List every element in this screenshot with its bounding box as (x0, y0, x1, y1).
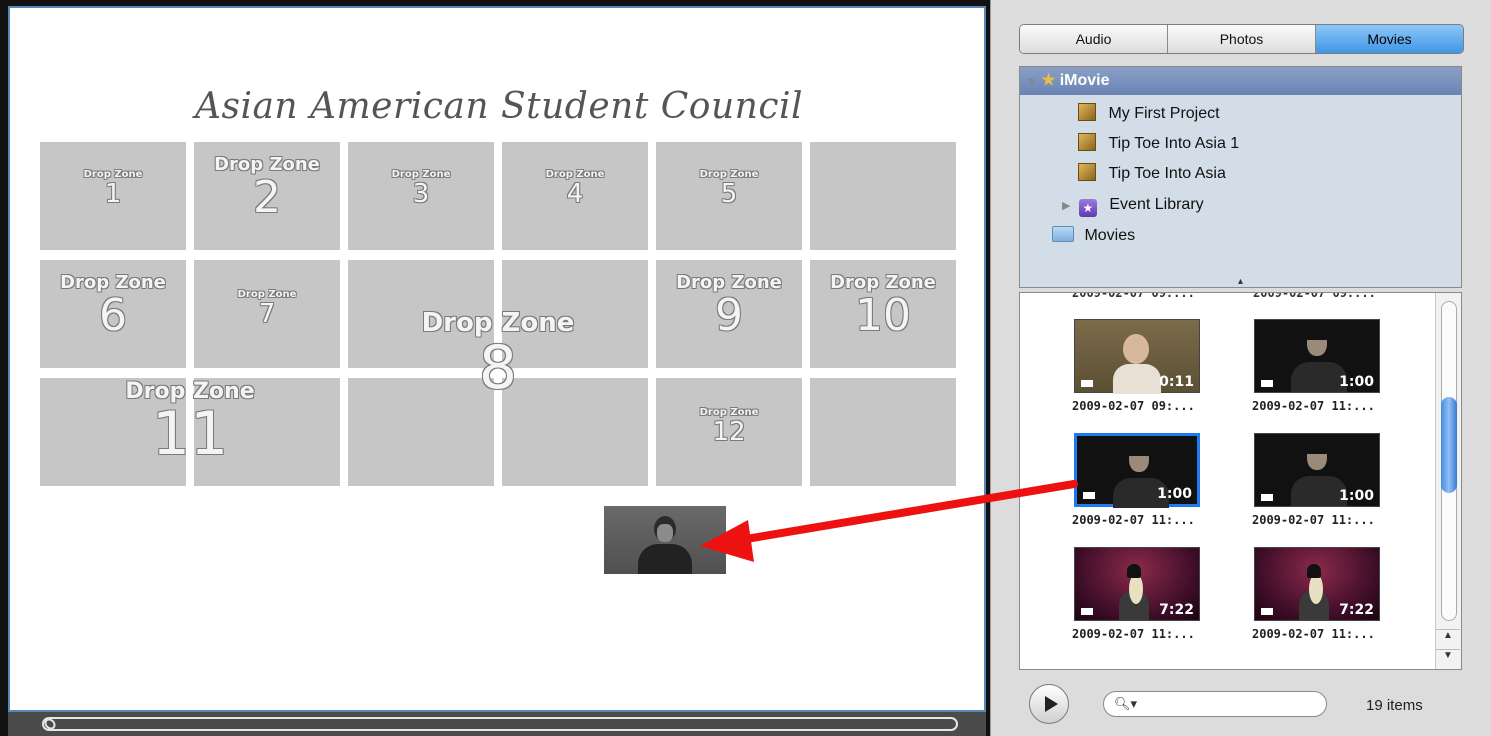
video-camera-icon (1081, 380, 1093, 387)
drop-zone-number: 5 (720, 178, 738, 209)
dragged-clip-thumbnail[interactable] (604, 506, 726, 574)
clip-caption: 2009-02-07 11:... (1252, 399, 1375, 413)
drop-zone-number: 11 (151, 399, 229, 470)
clip-thumbnail[interactable]: 7:22 (1074, 547, 1200, 621)
source-item-tip-toe-1[interactable]: Tip Toe Into Asia 1 (1020, 129, 1461, 159)
project-icon (1078, 163, 1096, 181)
clip-caption: 2009-02-07 09:... (1253, 292, 1376, 300)
media-browser: Audio Photos Movies ▼ ★ iMovie My First P… (990, 0, 1491, 736)
drop-zone-1[interactable]: Drop Zone 1 (40, 142, 186, 250)
source-label: My First Project (1108, 105, 1220, 122)
tab-photos[interactable]: Photos (1168, 25, 1316, 53)
media-tabs: Audio Photos Movies (1019, 24, 1464, 54)
source-item-imovie[interactable]: ▼ ★ iMovie (1020, 67, 1461, 95)
clip-caption: 2009-02-07 09:... (1072, 399, 1195, 413)
source-list: ▼ ★ iMovie My First Project Tip Toe Into … (1019, 66, 1462, 288)
drop-zone-number: 6 (99, 289, 127, 341)
project-icon (1078, 103, 1096, 121)
empty-cell (810, 142, 956, 250)
drop-zone-number: 9 (715, 289, 743, 341)
drop-zone-11: Drop Zone 11 (40, 380, 340, 466)
scroll-thumb[interactable] (1441, 397, 1457, 493)
drop-zone-2[interactable]: Drop Zone 2 (194, 142, 340, 250)
clip-duration: 1:00 (1339, 488, 1374, 504)
drop-zone-12[interactable]: Drop Zone 12 (656, 378, 802, 486)
clip-caption: 2009-02-07 11:... (1072, 513, 1195, 527)
video-camera-icon (1261, 494, 1273, 501)
drop-zone-number: 2 (253, 171, 281, 223)
drop-zone-7[interactable]: Drop Zone 7 (194, 260, 340, 368)
source-label: Event Library (1109, 196, 1204, 213)
drop-zone-3[interactable]: Drop Zone 3 (348, 142, 494, 250)
clip-duration: 0:11 (1159, 374, 1194, 390)
drop-zone-8: Drop Zone 8 (348, 309, 648, 404)
tab-audio[interactable]: Audio (1020, 25, 1168, 53)
clip-grid: 2009-02-07 09:... 2009-02-07 09:... 0:11… (1019, 292, 1462, 670)
source-item-movies[interactable]: Movies (1020, 221, 1461, 251)
clip-thumbnail[interactable]: 1:00 (1254, 433, 1380, 507)
source-item-event-library[interactable]: ▶ ★ Event Library (1020, 190, 1461, 220)
imovie-star-icon: ★ (1041, 72, 1056, 89)
empty-cell (810, 378, 956, 486)
drop-zone-10[interactable]: Drop Zone 10 (810, 260, 956, 368)
source-label: iMovie (1059, 72, 1110, 89)
scroll-down-arrow-icon[interactable]: ▼ (1436, 649, 1460, 668)
clip-caption: 2009-02-07 11:... (1252, 627, 1375, 641)
vertical-scrollbar[interactable]: ▲ ▼ (1435, 293, 1461, 669)
clip-thumbnail[interactable]: 0:11 (1074, 319, 1200, 394)
drop-zone-number: 8 (478, 333, 518, 404)
video-camera-icon (1081, 608, 1093, 615)
drop-zone-6[interactable]: Drop Zone 6 (40, 260, 186, 368)
tab-movies[interactable]: Movies (1316, 25, 1463, 53)
play-icon (1045, 696, 1058, 712)
scroll-up-arrow-icon[interactable]: ▲ (1436, 629, 1460, 648)
clip-thumbnail[interactable]: 1:00 (1254, 319, 1380, 393)
search-input[interactable]: 🔍︎▾ (1103, 691, 1327, 717)
menu-preview: Asian American Student Council Drop Zone… (8, 6, 986, 712)
drop-zone-number: 10 (855, 289, 911, 341)
source-item-my-first-project[interactable]: My First Project (1020, 99, 1461, 129)
source-label: Tip Toe Into Asia 1 (1108, 135, 1240, 152)
folder-icon (1052, 226, 1074, 242)
project-icon (1078, 133, 1096, 151)
split-grip-icon[interactable]: ▴ (1238, 276, 1243, 287)
drop-zone-5[interactable]: Drop Zone 5 (656, 142, 802, 250)
clip-caption: 2009-02-07 09:... (1072, 292, 1195, 300)
source-item-tip-toe[interactable]: Tip Toe Into Asia (1020, 159, 1461, 189)
video-camera-icon (1261, 380, 1273, 387)
disclosure-closed-icon[interactable]: ▶ (1062, 191, 1070, 221)
video-camera-icon (1083, 492, 1095, 499)
drop-zone-number: 4 (566, 178, 584, 209)
clip-duration: 1:00 (1157, 486, 1192, 502)
event-library-icon: ★ (1078, 199, 1097, 217)
drop-zone-9[interactable]: Drop Zone 9 (656, 260, 802, 368)
clip-caption: 2009-02-07 11:... (1072, 627, 1195, 641)
disclosure-open-icon[interactable]: ▼ (1026, 68, 1037, 96)
menu-title: Asian American Student Council (194, 86, 804, 127)
clip-duration: 7:22 (1159, 602, 1194, 618)
clip-duration: 7:22 (1339, 602, 1374, 618)
video-camera-icon (1261, 608, 1273, 615)
clip-thumbnail-selected[interactable]: 1:00 (1074, 433, 1200, 508)
drop-zone-number: 3 (412, 178, 430, 209)
search-icon: 🔍︎▾ (1114, 696, 1138, 711)
clip-duration: 1:00 (1339, 374, 1374, 390)
item-count: 19 items (1366, 697, 1423, 714)
horizontal-scrollbar[interactable] (8, 712, 986, 736)
menu-canvas: Asian American Student Council Drop Zone… (0, 0, 990, 736)
clip-thumbnail[interactable]: 7:22 (1254, 547, 1380, 621)
drop-zone-number: 1 (104, 178, 122, 209)
clip-caption: 2009-02-07 11:... (1252, 513, 1375, 527)
source-label: Movies (1084, 227, 1136, 244)
drop-zone-number: 12 (712, 416, 746, 447)
drop-zone-4[interactable]: Drop Zone 4 (502, 142, 648, 250)
play-button[interactable] (1029, 684, 1069, 724)
scroll-track[interactable] (42, 717, 958, 731)
drop-zone-number: 7 (258, 298, 276, 329)
source-label: Tip Toe Into Asia (1108, 165, 1226, 182)
